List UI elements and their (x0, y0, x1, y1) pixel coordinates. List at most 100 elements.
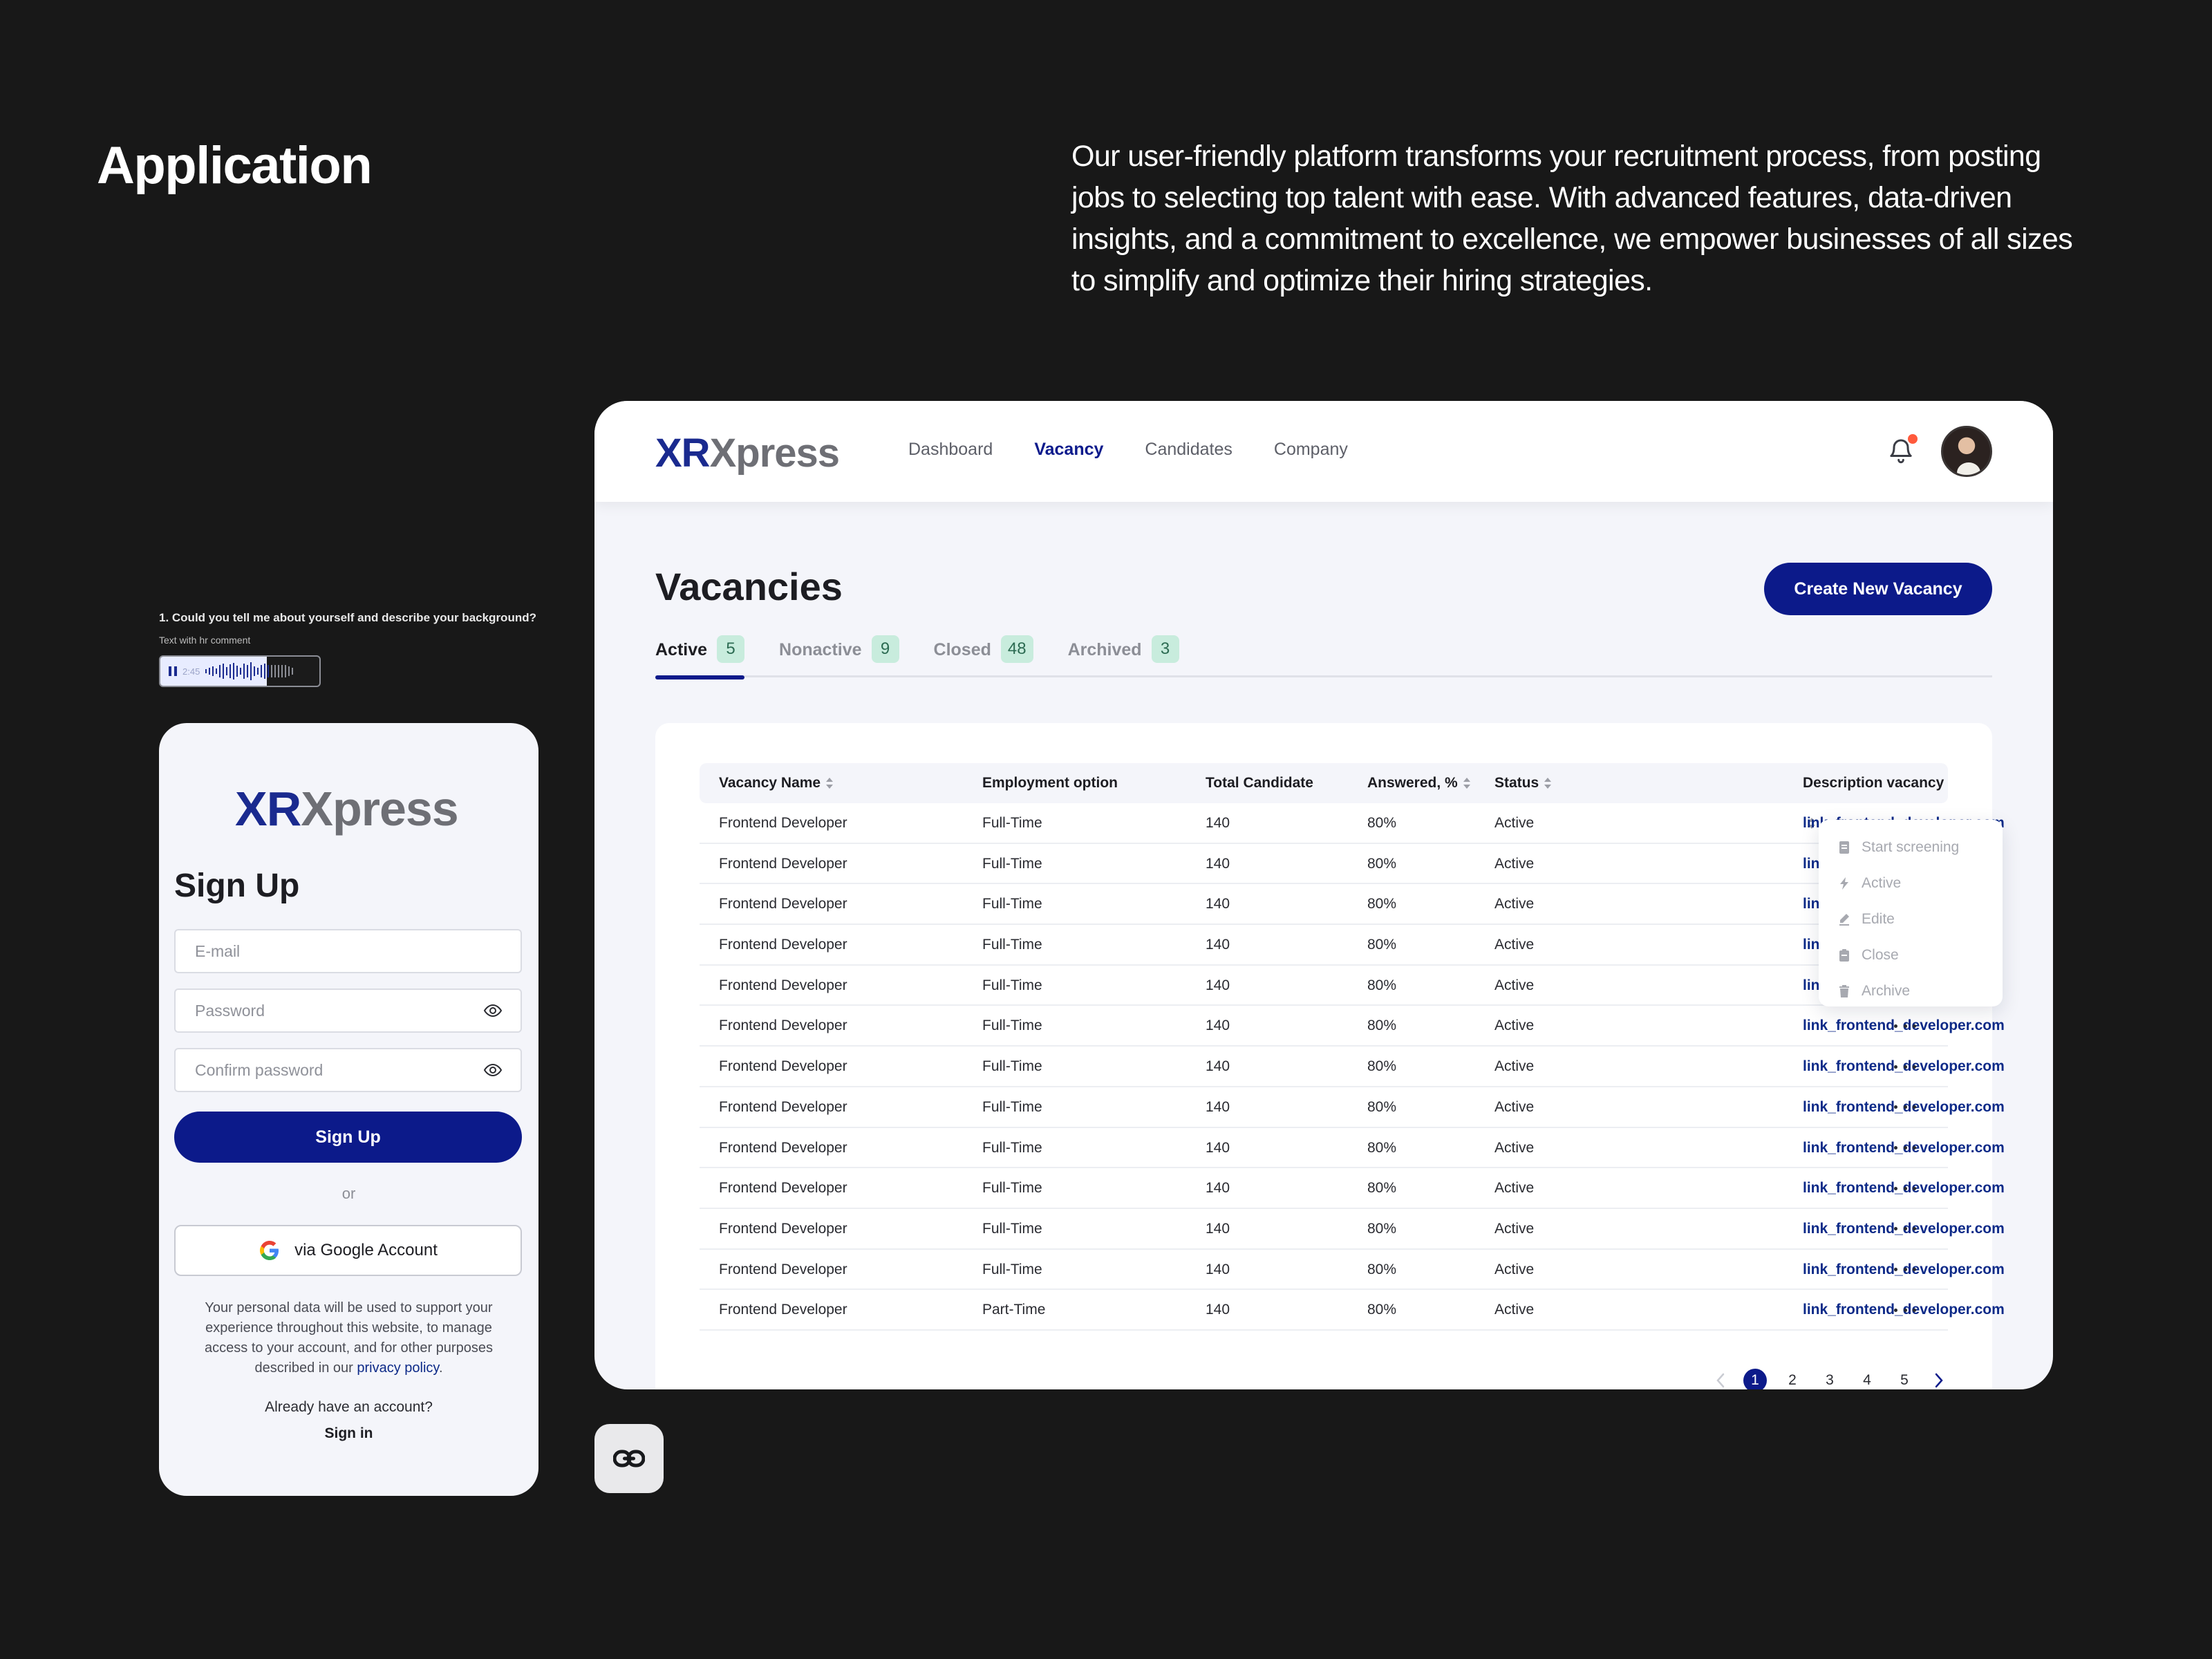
sort-icon[interactable] (1544, 777, 1552, 789)
audio-waveform[interactable] (205, 662, 294, 680)
top-navbar: XR Xpress Dashboard Vacancy Candidates Co… (594, 401, 2053, 502)
tab-nonactive[interactable]: Nonactive 9 (779, 635, 899, 677)
column-header-status[interactable]: Status (1494, 763, 1552, 803)
cell-answered: 80% (1367, 1220, 1397, 1237)
menu-item-close[interactable]: Close (1819, 937, 2003, 973)
page-3[interactable]: 3 (1818, 1369, 1841, 1389)
eye-icon[interactable] (483, 1004, 503, 1018)
pencil-icon (1839, 914, 1849, 926)
table-row[interactable]: Frontend DeveloperFull-Time14080%Activel… (700, 803, 2005, 844)
tab-count-badge: 48 (1000, 635, 1033, 663)
tab-closed[interactable]: Closed 48 (934, 635, 1033, 677)
page-5[interactable]: 5 (1893, 1369, 1916, 1389)
page-2[interactable]: 2 (1781, 1369, 1804, 1389)
more-actions-icon[interactable] (1894, 1261, 1916, 1279)
table-row[interactable]: Frontend DeveloperFull-Time14080%Activel… (700, 925, 1948, 966)
password-field[interactable] (174, 988, 522, 1033)
menu-item-start-screening[interactable]: Start screening (1819, 830, 2003, 865)
bolt-icon (1840, 877, 1848, 890)
signup-title: Sign Up (174, 868, 300, 904)
cell-employment: Full-Time (982, 1058, 1042, 1075)
prev-page-button[interactable] (1712, 1369, 1730, 1389)
nav-dashboard[interactable]: Dashboard (908, 440, 993, 460)
google-signup-button[interactable]: via Google Account (174, 1225, 522, 1276)
cell-status: Active (1494, 855, 1535, 872)
more-actions-icon[interactable] (1894, 1098, 1916, 1116)
more-actions-icon[interactable] (1894, 1058, 1916, 1076)
column-header-label: Answered, % (1367, 775, 1458, 791)
signin-link[interactable]: Sign in (159, 1425, 538, 1442)
column-header-vacancy-name[interactable]: Vacancy Name (719, 763, 834, 803)
cell-employment: Full-Time (982, 1098, 1042, 1115)
table-row[interactable]: Frontend DeveloperFull-Time14080%Activel… (700, 1128, 2005, 1169)
table-row[interactable]: Frontend Developer Part-Time 140 80% Active l… (700, 1290, 2005, 1331)
more-actions-icon[interactable] (1894, 1017, 1916, 1035)
tab-count-badge: 5 (717, 635, 745, 663)
waveform-bar (278, 665, 280, 677)
cell-total-candidate: 140 (1206, 896, 1230, 912)
waveform-bar (233, 663, 235, 679)
waveform-bar (223, 664, 225, 679)
menu-item-edit[interactable]: Edite (1819, 901, 2003, 937)
waveform-bar (274, 665, 276, 677)
nav-candidates[interactable]: Candidates (1145, 440, 1232, 460)
more-actions-icon[interactable] (1894, 1179, 1916, 1197)
menu-item-archive[interactable]: Archive (1819, 973, 2003, 1009)
table-row[interactable]: Frontend DeveloperFull-Time14080%Activel… (700, 1168, 2005, 1209)
table-row[interactable]: Frontend DeveloperFull-Time14080%Activel… (700, 844, 1948, 885)
create-vacancy-button[interactable]: Create New Vacancy (1764, 563, 1992, 615)
column-header-label: Vacancy Name (719, 775, 821, 791)
sort-icon[interactable] (826, 777, 834, 789)
nav-vacancy[interactable]: Vacancy (1034, 440, 1103, 460)
table-row[interactable]: Frontend DeveloperFull-Time14080%Activel… (700, 1209, 2005, 1250)
chevron-left-icon (1716, 1373, 1725, 1388)
eye-icon[interactable] (483, 1063, 503, 1077)
cell-answered: 80% (1367, 1261, 1397, 1277)
table-row[interactable]: Frontend DeveloperFull-Time14080%Activel… (700, 1250, 2005, 1291)
page-1[interactable]: 1 (1743, 1369, 1767, 1389)
signup-button[interactable]: Sign Up (174, 1112, 522, 1163)
google-icon (260, 1241, 279, 1260)
column-header-label: Total Candidate (1206, 775, 1313, 791)
nav-company[interactable]: Company (1274, 440, 1348, 460)
table-row[interactable]: Frontend DeveloperFull-Time14080%Activel… (700, 1006, 2005, 1047)
confirm-password-field[interactable] (174, 1048, 522, 1092)
waveform-bar (288, 666, 290, 676)
table-row[interactable]: Frontend DeveloperFull-Time14080%Activel… (700, 1087, 2005, 1128)
tab-active[interactable]: Active 5 (655, 635, 745, 679)
row-actions-menu: Start screening Active Edite Close Archi… (1819, 820, 2003, 1006)
column-header-label: Description vacancy (1803, 775, 1944, 791)
menu-item-label: Close (1862, 947, 1899, 963)
cell-answered: 80% (1367, 1180, 1397, 1197)
cell-answered: 80% (1367, 1018, 1397, 1034)
more-actions-icon[interactable] (1894, 1139, 1916, 1157)
logo[interactable]: XR Xpress (655, 430, 840, 476)
column-header-answered[interactable]: Answered, % (1367, 763, 1470, 803)
table-row[interactable]: Frontend DeveloperFull-Time14080%Activel… (700, 1047, 2005, 1087)
tab-count-badge: 3 (1151, 635, 1179, 663)
cell-total-candidate: 140 (1206, 1220, 1230, 1237)
table-row[interactable]: Frontend DeveloperFull-Time14080%Activel… (700, 884, 1948, 926)
link-button[interactable] (594, 1424, 664, 1493)
waveform-bar (268, 665, 270, 677)
avatar[interactable] (1941, 426, 1992, 477)
next-page-button[interactable] (1930, 1369, 1948, 1389)
more-actions-icon[interactable] (1894, 1220, 1916, 1238)
audio-time: 2:45 (182, 666, 200, 677)
cell-vacancy-name: Frontend Developer (719, 1261, 847, 1277)
sort-icon[interactable] (1463, 777, 1470, 789)
cell-status: Active (1494, 1261, 1535, 1277)
column-header-description[interactable]: Description vacancy (1803, 763, 1948, 830)
tab-archived[interactable]: Archived 3 (1068, 635, 1179, 677)
audio-player[interactable]: 2:45 (159, 655, 321, 687)
table-row[interactable]: Frontend DeveloperFull-Time14080%Activel… (700, 966, 1948, 1006)
cell-employment: Full-Time (982, 1220, 1042, 1237)
menu-item-active[interactable]: Active (1819, 865, 2003, 901)
more-actions-icon[interactable] (1894, 1301, 1916, 1319)
email-field[interactable] (174, 929, 522, 973)
privacy-policy-link[interactable]: privacy policy (357, 1360, 439, 1376)
page-4[interactable]: 4 (1855, 1369, 1879, 1389)
tab-label: Active (655, 640, 708, 659)
pause-icon[interactable] (169, 666, 177, 676)
cell-employment: Full-Time (982, 1018, 1042, 1034)
